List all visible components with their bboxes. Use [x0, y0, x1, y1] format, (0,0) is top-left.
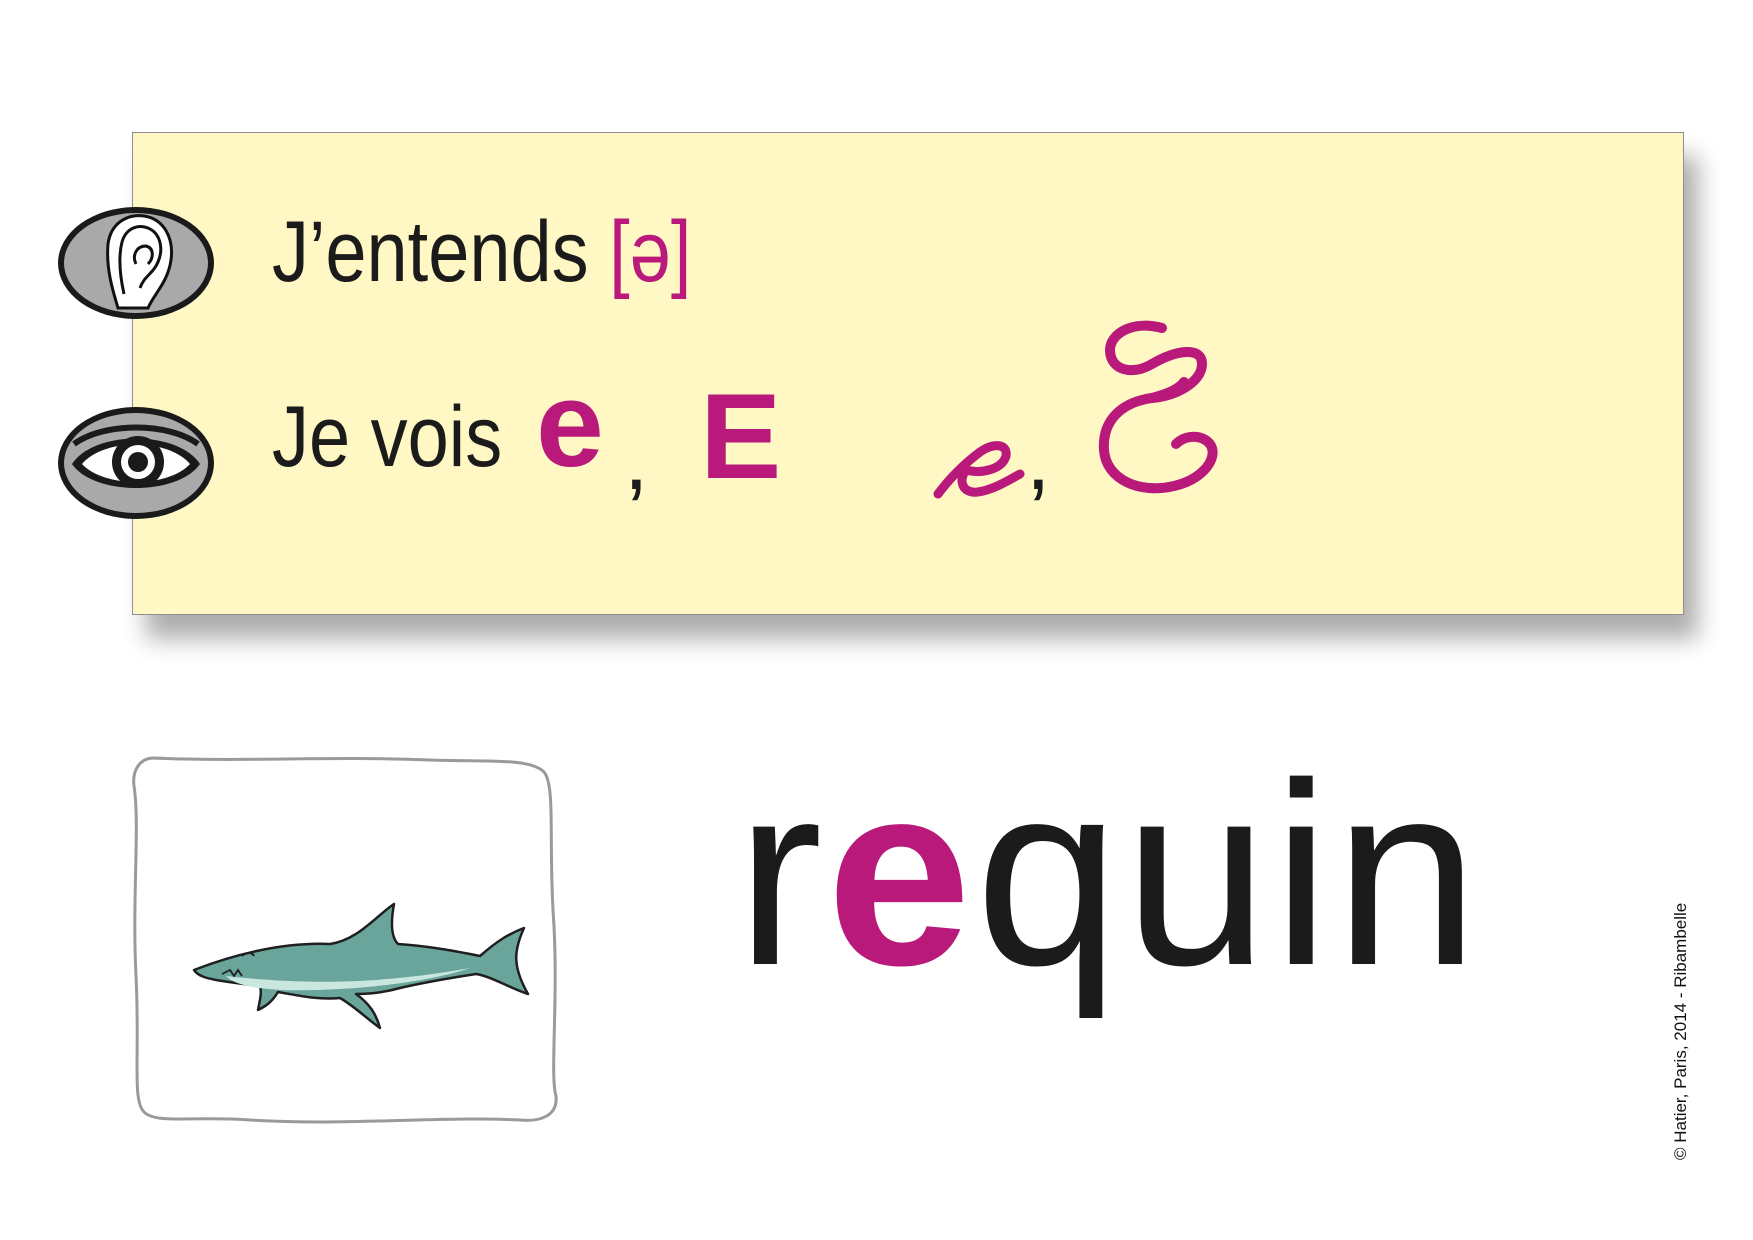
- example-word: requin: [736, 745, 1483, 1005]
- phoneme: [ə]: [609, 204, 692, 300]
- hear-line: J’entends [ə]: [272, 203, 691, 302]
- ear-icon: [54, 202, 218, 324]
- print-uppercase-letter: E: [700, 368, 782, 504]
- comma-1: ,: [624, 409, 649, 508]
- see-text: Je vois: [272, 389, 503, 485]
- cursive-uppercase-letter: [1098, 320, 1218, 494]
- cursive-lowercase-letter: [933, 441, 1025, 499]
- word-prefix: r: [736, 730, 827, 1020]
- word-suffix: quin: [975, 730, 1483, 1020]
- see-line: Je vois: [272, 388, 502, 487]
- print-lowercase-letter: e: [536, 356, 604, 492]
- copyright-text: © Hatier, Paris, 2014 - Ribambelle: [1671, 902, 1690, 1160]
- word-highlight: e: [826, 730, 976, 1020]
- comma-2: ,: [1026, 409, 1051, 508]
- hear-text: J’entends: [272, 204, 610, 300]
- eye-icon: [54, 402, 218, 524]
- shark-picture: [132, 756, 558, 1124]
